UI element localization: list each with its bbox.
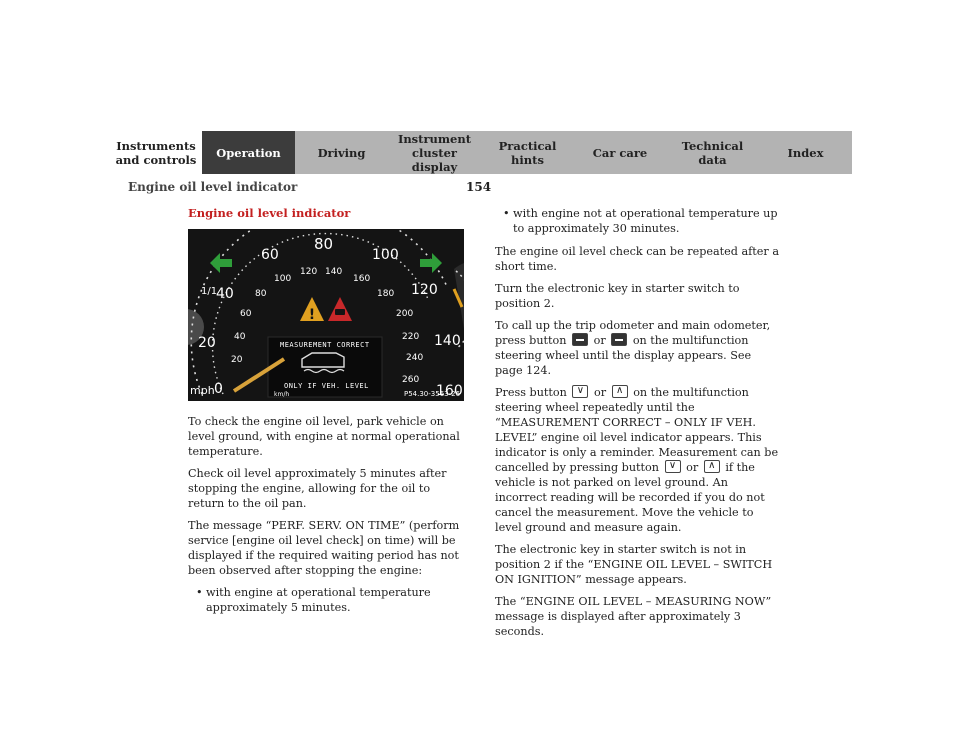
kmh-label: 220 <box>402 332 420 342</box>
mph-label: 60 <box>261 247 279 263</box>
right-column: with engine not at operational temperatu… <box>495 206 780 646</box>
mph-label: 80 <box>314 235 334 253</box>
paragraph: Press button ∨ or ∧ on the multifunction… <box>495 385 779 534</box>
tab-index[interactable]: Index <box>759 131 852 174</box>
odometer-button-icon <box>611 333 628 346</box>
display-bottom-text: ONLY IF VEH. LEVEL <box>284 382 369 390</box>
tab-instrument-cluster-display[interactable]: Instrument cluster display <box>388 131 481 174</box>
page-number: 154 <box>466 180 492 194</box>
scroll-up-button-icon: ∧ <box>703 460 720 473</box>
tab-driving[interactable]: Driving <box>295 131 388 174</box>
scroll-down-button-icon: ∨ <box>572 385 589 398</box>
mph-label: 120 <box>411 282 438 298</box>
instrument-cluster-figure: ! 20 40 60 80 100 120 140 160 20 40 60 8… <box>188 229 464 401</box>
zero-label: 0 <box>214 381 223 397</box>
kmh-label: 100 <box>274 274 292 284</box>
fuel-fraction: 1/1 <box>201 286 218 297</box>
kmh-label: 40 <box>234 332 246 342</box>
kmh-label: 20 <box>231 355 243 365</box>
paragraph: To call up the trip odometer and main od… <box>495 319 771 377</box>
section-heading: Engine oil level indicator <box>188 206 351 220</box>
kmh-label: 80 <box>255 289 267 299</box>
bullet-item: with engine not at operational temperatu… <box>495 206 780 236</box>
mph-label: 140 <box>434 333 461 349</box>
tab-instruments-and-controls[interactable]: Instruments and controls <box>110 131 202 174</box>
tab-practical-hints[interactable]: Practical hints <box>481 131 574 174</box>
scroll-up-button-icon: ∧ <box>611 385 628 398</box>
kmh-unit: km/h <box>274 391 290 398</box>
paragraph: The message “PERF. SERV. ON TIME” (perfo… <box>188 519 460 577</box>
chapter-nav: Instruments and controls Operation Drivi… <box>110 131 852 174</box>
kmh-label: 120 <box>300 267 318 277</box>
mph-label: 100 <box>372 247 399 263</box>
paragraph: To check the engine oil level, park vehi… <box>188 415 460 458</box>
mph-label: 20 <box>198 335 216 351</box>
paragraph: The engine oil level check can be repeat… <box>495 245 779 273</box>
kmh-label: 60 <box>240 309 252 319</box>
kmh-label: 200 <box>396 309 414 319</box>
paragraph: Check oil level approximately 5 minutes … <box>188 467 447 510</box>
scroll-down-button-icon: ∨ <box>664 460 681 473</box>
mph-unit: mph <box>190 384 215 397</box>
tab-operation[interactable]: Operation <box>202 131 295 174</box>
speed-scale: 20 40 60 80 100 120 140 160 20 40 60 80 … <box>188 229 464 401</box>
running-title: Engine oil level indicator <box>128 180 298 194</box>
kmh-label: 240 <box>406 353 424 363</box>
kmh-label: 140 <box>325 267 343 277</box>
odometer-button-icon <box>572 333 589 346</box>
mph-label: 40 <box>216 286 234 302</box>
tab-car-care[interactable]: Car care <box>574 131 666 174</box>
kmh-label: 260 <box>402 375 420 385</box>
bullet-item: with engine at operational temperature a… <box>188 585 466 615</box>
kmh-label: 180 <box>377 289 395 299</box>
kmh-label: 160 <box>353 274 371 284</box>
left-column: Engine oil level indicator <box>188 206 466 229</box>
display-top-text: MEASUREMENT CORRECT <box>280 341 370 349</box>
figure-code: P54.30-3563-26 <box>404 390 461 398</box>
tab-technical-data[interactable]: Technical data <box>666 131 759 174</box>
paragraph: The electronic key in starter switch is … <box>495 543 773 586</box>
paragraph: Turn the electronic key in starter switc… <box>495 282 740 310</box>
paragraph: The “ENGINE OIL LEVEL – MEASURING NOW” m… <box>495 595 772 638</box>
left-text: To check the engine oil level, park vehi… <box>188 414 466 620</box>
